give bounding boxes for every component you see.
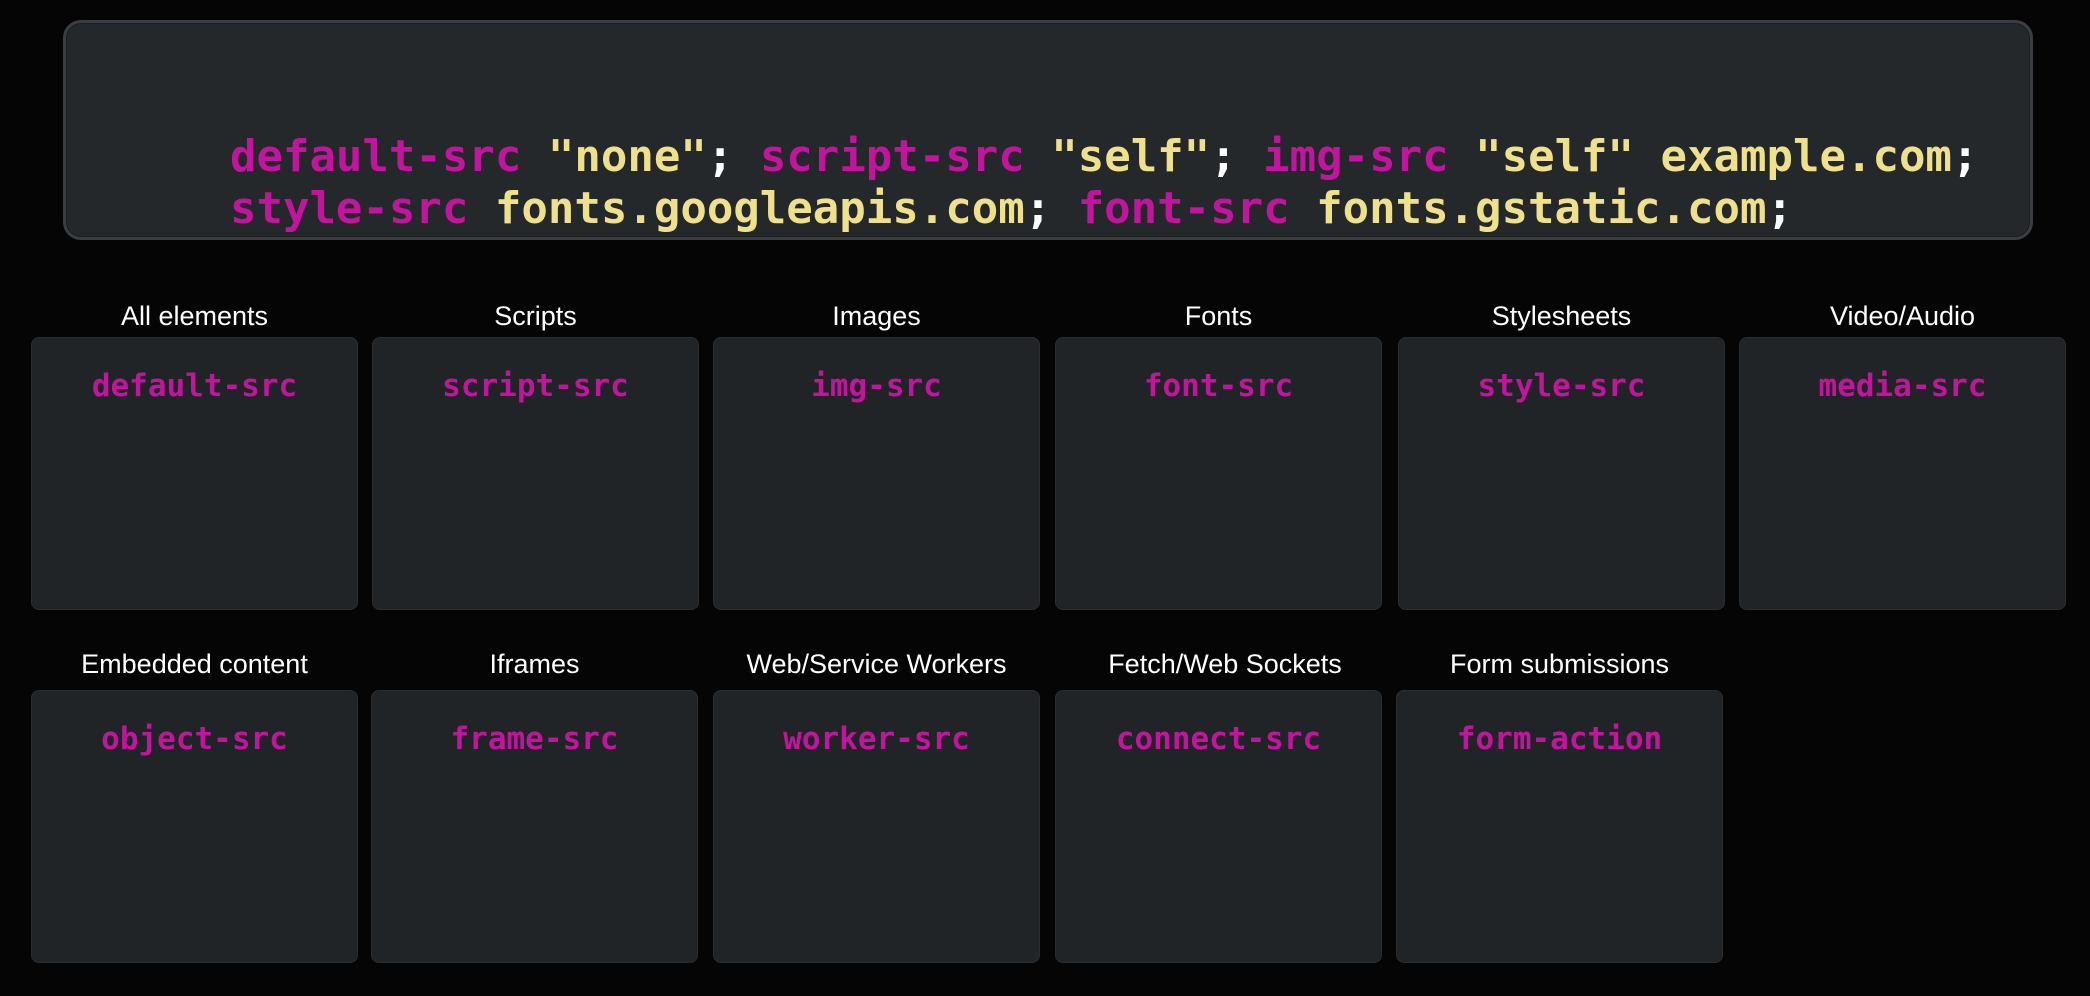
card-directive: connect-src [1115,721,1322,757]
policy-token: ; [1951,131,1979,182]
card-label-stylesheets: Stylesheets [1491,301,1632,331]
policy-token [1290,183,1317,234]
card-label-scripts: Scripts [494,301,577,331]
card-connect-src: connect-src [1055,690,1382,963]
policy-line-2: style-src fonts.googleapis.com; font-src… [124,131,1793,287]
card-directive: object-src [101,721,288,757]
card-label-video-audio: Video/Audio [1829,301,1976,331]
card-label-fonts: Fonts [1184,301,1253,331]
card-worker-src: worker-src [713,690,1040,963]
policy-token [468,183,495,234]
policy-token: fonts.googleapis.com [494,183,1025,234]
policy-token: fonts.gstatic.com [1316,183,1767,234]
card-directive: form-action [1456,721,1663,757]
card-label-embedded-content: Embedded content [81,649,308,679]
card-object-src: object-src [31,690,358,963]
card-directive: script-src [442,368,629,404]
card-label-iframes: Iframes [489,649,580,679]
card-font-src: font-src [1055,337,1382,610]
card-form-action: form-action [1396,690,1723,963]
card-label-web-service-workers: Web/Service Workers [746,649,1007,679]
policy-token: ; [1766,183,1793,234]
card-directive: media-src [1818,368,1987,404]
policy-token: style-src [229,183,469,234]
card-directive: frame-src [450,721,619,757]
card-label-fetch-web-sockets: Fetch/Web Sockets [1108,649,1342,679]
card-directive: img-src [811,368,942,404]
policy-code-box: default-src "none"; script-src "self"; i… [63,20,2033,240]
card-label-form-submissions: Form submissions [1449,649,1670,679]
card-directive: font-src [1143,368,1294,404]
policy-token: font-src [1077,183,1290,234]
card-style-src: style-src [1398,337,1725,610]
card-directive: style-src [1477,368,1646,404]
card-label-images: Images [832,301,921,331]
card-default-src: default-src [31,337,358,610]
card-media-src: media-src [1739,337,2066,610]
card-directive: worker-src [783,721,970,757]
card-directive: default-src [91,368,298,404]
card-img-src: img-src [713,337,1040,610]
card-label-all-elements: All elements [120,301,269,331]
card-script-src: script-src [372,337,699,610]
policy-token: ; [1024,183,1078,234]
card-frame-src: frame-src [371,690,698,963]
